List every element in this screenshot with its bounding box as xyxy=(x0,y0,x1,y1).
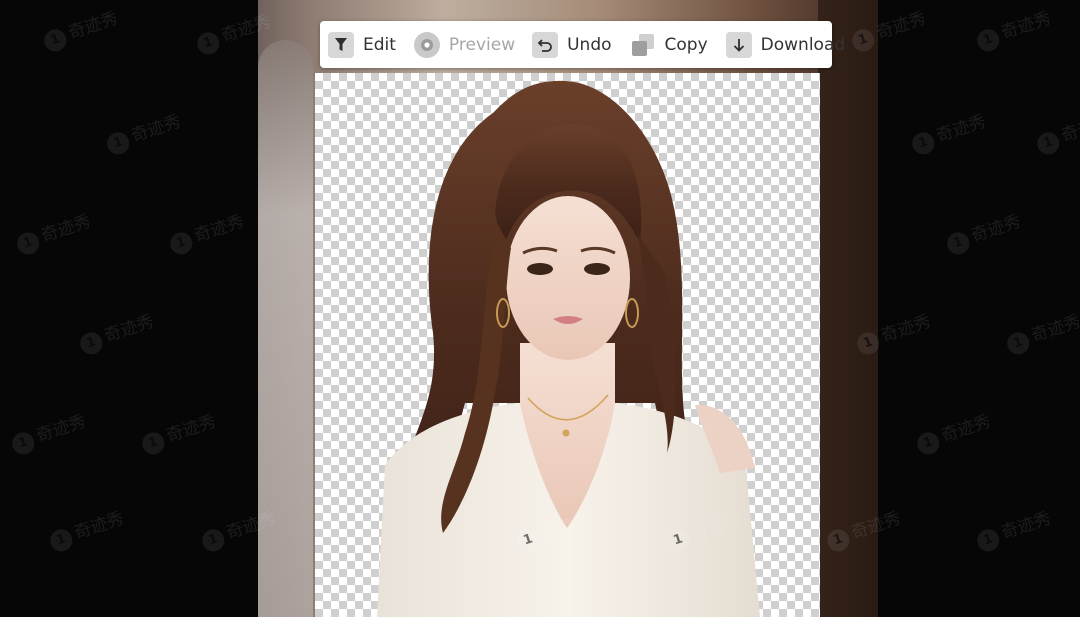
copy-button[interactable]: Copy xyxy=(630,32,708,58)
necklace-pendant xyxy=(562,429,570,437)
watermark: 1奇迹秀 xyxy=(40,4,122,55)
watermark: 1奇迹秀 xyxy=(908,107,990,158)
copy-label: Copy xyxy=(664,34,708,55)
watermark: 1奇迹秀 xyxy=(166,207,248,258)
watermark: 1奇迹秀 xyxy=(1033,107,1080,158)
cutout-canvas[interactable] xyxy=(315,73,820,617)
face xyxy=(506,196,630,360)
filter-icon xyxy=(328,31,354,58)
watermark: 1奇迹秀 xyxy=(138,407,220,458)
download-label: Download xyxy=(760,34,846,55)
copy-icon xyxy=(630,32,656,58)
watermark: 1奇迹秀 xyxy=(1003,307,1080,358)
watermark: 1奇迹秀 xyxy=(973,504,1055,555)
window-arch xyxy=(258,40,313,617)
undo-label: Undo xyxy=(567,34,612,55)
edit-button[interactable]: Edit xyxy=(328,31,396,58)
watermark: 1奇迹秀 xyxy=(76,307,158,358)
eye-left xyxy=(527,263,553,275)
undo-button[interactable]: Undo xyxy=(532,31,612,58)
preview-label: Preview xyxy=(448,34,516,55)
watermark: 1奇迹秀 xyxy=(8,407,90,458)
watermark: 1奇迹秀 xyxy=(13,207,95,258)
preview-button[interactable]: Preview xyxy=(413,31,516,58)
download-icon xyxy=(725,31,752,58)
watermark: 1奇迹秀 xyxy=(46,504,128,555)
download-button[interactable]: Download xyxy=(725,31,846,58)
photo-shadow xyxy=(818,0,878,617)
watermark: 1奇迹秀 xyxy=(973,4,1055,55)
cutout-subject xyxy=(377,80,760,617)
eye-icon xyxy=(413,31,440,58)
watermark: 1奇迹秀 xyxy=(103,107,185,158)
edit-label: Edit xyxy=(363,34,396,55)
image-toolbar: Edit Preview Undo Copy Download xyxy=(320,21,845,68)
watermark: 1奇迹秀 xyxy=(913,407,995,458)
undo-icon xyxy=(532,31,559,58)
watermark: 1奇迹秀 xyxy=(943,207,1025,258)
eye-right xyxy=(584,263,610,275)
